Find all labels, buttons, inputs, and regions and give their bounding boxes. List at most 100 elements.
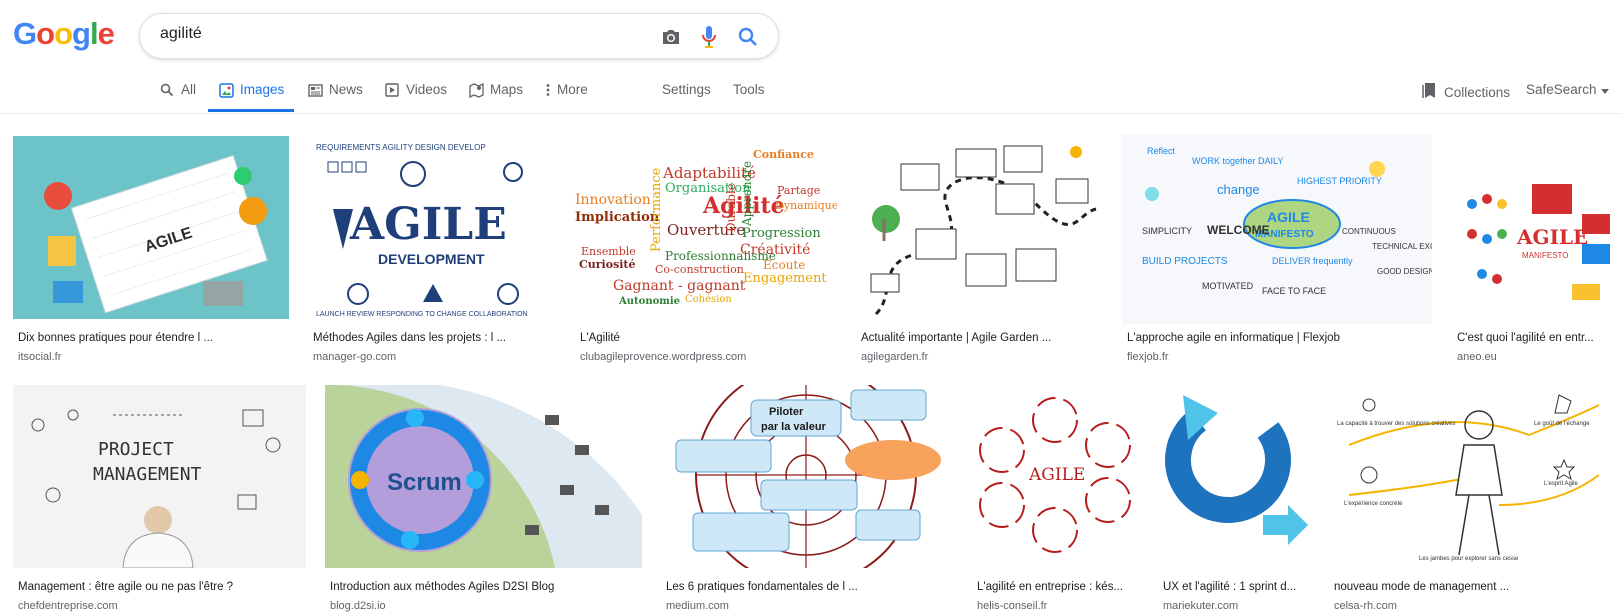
tab-maps[interactable]: Maps — [468, 82, 523, 112]
result-thumbnail[interactable]: AGILE MANIFESTO WORK together DAILY Refl… — [1122, 134, 1432, 324]
image-result[interactable]: AGILE MANIFESTO WORK together DAILY Refl… — [1122, 134, 1432, 363]
image-result[interactable]: Actualité importante | Agile Garden ... … — [856, 134, 1102, 363]
result-source[interactable]: agilegarden.fr — [861, 351, 1101, 363]
tools-link[interactable]: Tools — [733, 82, 765, 97]
svg-text:CONTINUOUS: CONTINUOUS — [1342, 227, 1396, 236]
result-thumbnail[interactable]: Piloter par la valeur — [661, 385, 953, 568]
microphone-icon[interactable] — [697, 25, 721, 49]
image-result[interactable]: AGILE L'agilité en entreprise : kés... h… — [972, 385, 1139, 612]
image-result[interactable]: La capacité à trouver des solutions créa… — [1329, 385, 1617, 612]
svg-text:Dynamique: Dynamique — [775, 199, 837, 212]
thumb-subtext: DEVELOPMENT — [378, 251, 485, 267]
image-result[interactable]: Scrum Introduction aux méthodes Agiles D… — [325, 385, 642, 612]
svg-text:REQUIREMENTS AGILITY DESIGN DE: REQUIREMENTS AGILITY DESIGN DEVELOP — [316, 143, 486, 152]
tab-more[interactable]: More — [545, 82, 588, 112]
result-title[interactable]: L'Agilité — [580, 332, 836, 344]
result-title[interactable]: nouveau mode de management ... — [1334, 581, 1617, 593]
image-result[interactable]: UX et l'agilité : 1 sprint d... mariekut… — [1158, 385, 1311, 612]
svg-text:FACE TO FACE: FACE TO FACE — [1262, 286, 1326, 296]
result-source[interactable]: helis-conseil.fr — [977, 600, 1139, 612]
svg-text:Ensemble: Ensemble — [581, 245, 636, 258]
logo-letter: G — [13, 16, 37, 51]
settings-link[interactable]: Settings — [662, 82, 711, 97]
active-tab-indicator — [208, 109, 294, 112]
bookmark-icon — [1422, 82, 1436, 102]
result-source[interactable]: blog.d2si.io — [330, 600, 642, 612]
result-title[interactable]: Management : être agile ou ne pas l'être… — [18, 581, 306, 593]
result-thumbnail[interactable]: Scrum — [325, 385, 642, 568]
svg-text:WELCOME: WELCOME — [1207, 223, 1270, 237]
logo-letter: o — [36, 16, 55, 51]
result-title[interactable]: Dix bonnes pratiques pour étendre l ... — [18, 332, 288, 344]
image-result[interactable]: REQUIREMENTS AGILITY DESIGN DEVELOP AGIL… — [308, 134, 556, 363]
tab-all[interactable]: All — [159, 82, 196, 112]
result-source[interactable]: medium.com — [666, 600, 954, 612]
result-title[interactable]: UX et l'agilité : 1 sprint d... — [1163, 581, 1311, 593]
search-input[interactable] — [160, 25, 600, 43]
svg-text:GOOD DESIGN: GOOD DESIGN — [1377, 267, 1432, 276]
svg-text:change: change — [1217, 182, 1260, 197]
tab-label: Images — [240, 82, 285, 97]
safesearch-dropdown[interactable]: SafeSearch — [1526, 82, 1609, 97]
logo-letter: e — [97, 16, 115, 51]
result-title[interactable]: Méthodes Agiles dans les projets : l ... — [313, 332, 555, 344]
svg-text:Partage: Partage — [777, 184, 820, 197]
thumb-text: AGILE — [1028, 465, 1085, 485]
image-result[interactable]: Confiance Adaptabilité Organisation Inno… — [575, 134, 837, 363]
tab-label: News — [329, 82, 363, 97]
logo-letter: g — [72, 16, 91, 51]
svg-text:Gagnant - gagnant: Gagnant - gagnant — [613, 278, 746, 294]
google-logo[interactable]: Google — [13, 16, 115, 52]
result-thumbnail[interactable]: AGILE — [13, 136, 289, 319]
svg-text:La capacité à trouver des solu: La capacité à trouver des solutions créa… — [1337, 421, 1455, 427]
image-result[interactable]: AGILE MANIFESTO C'est quoi l'agilité en … — [1452, 134, 1617, 363]
result-source[interactable]: aneo.eu — [1457, 351, 1617, 363]
result-title[interactable]: Les 6 pratiques fondamentales de l ... — [666, 581, 954, 593]
image-result[interactable]: AGILE Dix bonnes pratiques pour étendre … — [13, 136, 289, 363]
result-thumbnail[interactable] — [1158, 385, 1310, 568]
result-title[interactable]: Actualité importante | Agile Garden ... — [861, 332, 1101, 344]
thumb-subtext: MANAGEMENT — [93, 464, 202, 485]
result-thumbnail[interactable] — [856, 134, 1102, 324]
result-source[interactable]: celsa-rh.com — [1334, 600, 1617, 612]
result-thumbnail[interactable]: La capacité à trouver des solutions créa… — [1329, 385, 1617, 568]
svg-text:Les jambes pour explorer sans: Les jambes pour explorer sans cesse — [1419, 556, 1519, 562]
svg-text:Durable: Durable — [724, 183, 738, 232]
result-thumbnail[interactable]: REQUIREMENTS AGILITY DESIGN DEVELOP AGIL… — [308, 134, 556, 324]
result-source[interactable]: clubagileprovence.wordpress.com — [580, 351, 836, 363]
result-title[interactable]: L'agilité en entreprise : kés... — [977, 581, 1139, 593]
tab-videos[interactable]: Videos — [384, 82, 447, 112]
tab-images[interactable]: Images — [218, 82, 284, 112]
svg-text:Implication: Implication — [575, 210, 660, 225]
search-icon[interactable] — [736, 25, 760, 49]
result-title[interactable]: C'est quoi l'agilité en entr... — [1457, 332, 1617, 344]
svg-text:LAUNCH REVIEW RESPONDING: LAUNCH REVIEW RESPONDING TO CHANGE COLLA… — [316, 311, 528, 318]
search-box[interactable] — [139, 13, 779, 59]
play-icon — [384, 82, 400, 98]
result-thumbnail[interactable]: AGILE — [972, 385, 1138, 568]
result-source[interactable]: flexjob.fr — [1127, 351, 1431, 363]
result-thumbnail[interactable]: AGILE MANIFESTO — [1452, 134, 1617, 324]
camera-icon[interactable] — [659, 25, 683, 49]
svg-text:Cohésion: Cohésion — [685, 294, 732, 305]
tab-label: Maps — [490, 82, 524, 97]
result-thumbnail[interactable]: PROJECT MANAGEMENT — [13, 385, 306, 568]
result-source[interactable]: itsocial.fr — [18, 351, 288, 363]
logo-letter: o — [54, 16, 73, 51]
image-result[interactable]: Piloter par la valeur Les 6 pratiques fo… — [661, 385, 954, 612]
svg-text:HIGHEST PRIORITY: HIGHEST PRIORITY — [1297, 176, 1382, 186]
collections-link[interactable]: Collections — [1422, 82, 1510, 102]
result-source[interactable]: manager-go.com — [313, 351, 555, 363]
result-thumbnail[interactable]: Confiance Adaptabilité Organisation Inno… — [575, 134, 837, 324]
result-source[interactable]: chefdentreprise.com — [18, 600, 306, 612]
svg-text:Apprendre: Apprendre — [740, 161, 754, 227]
result-source[interactable]: mariekuter.com — [1163, 600, 1311, 612]
thumb-subtext: MANIFESTO — [1522, 251, 1569, 260]
tab-news[interactable]: News — [307, 82, 363, 112]
thumb-text: PROJECT — [98, 439, 174, 460]
result-title[interactable]: Introduction aux méthodes Agiles D2SI Bl… — [330, 581, 642, 593]
image-result[interactable]: PROJECT MANAGEMENT Management : être agi… — [13, 385, 306, 612]
svg-text:Professionnalisme: Professionnalisme — [665, 249, 776, 263]
result-title[interactable]: L'approche agile en informatique | Flexj… — [1127, 332, 1431, 344]
thumb-text: AGILE — [1267, 209, 1310, 225]
